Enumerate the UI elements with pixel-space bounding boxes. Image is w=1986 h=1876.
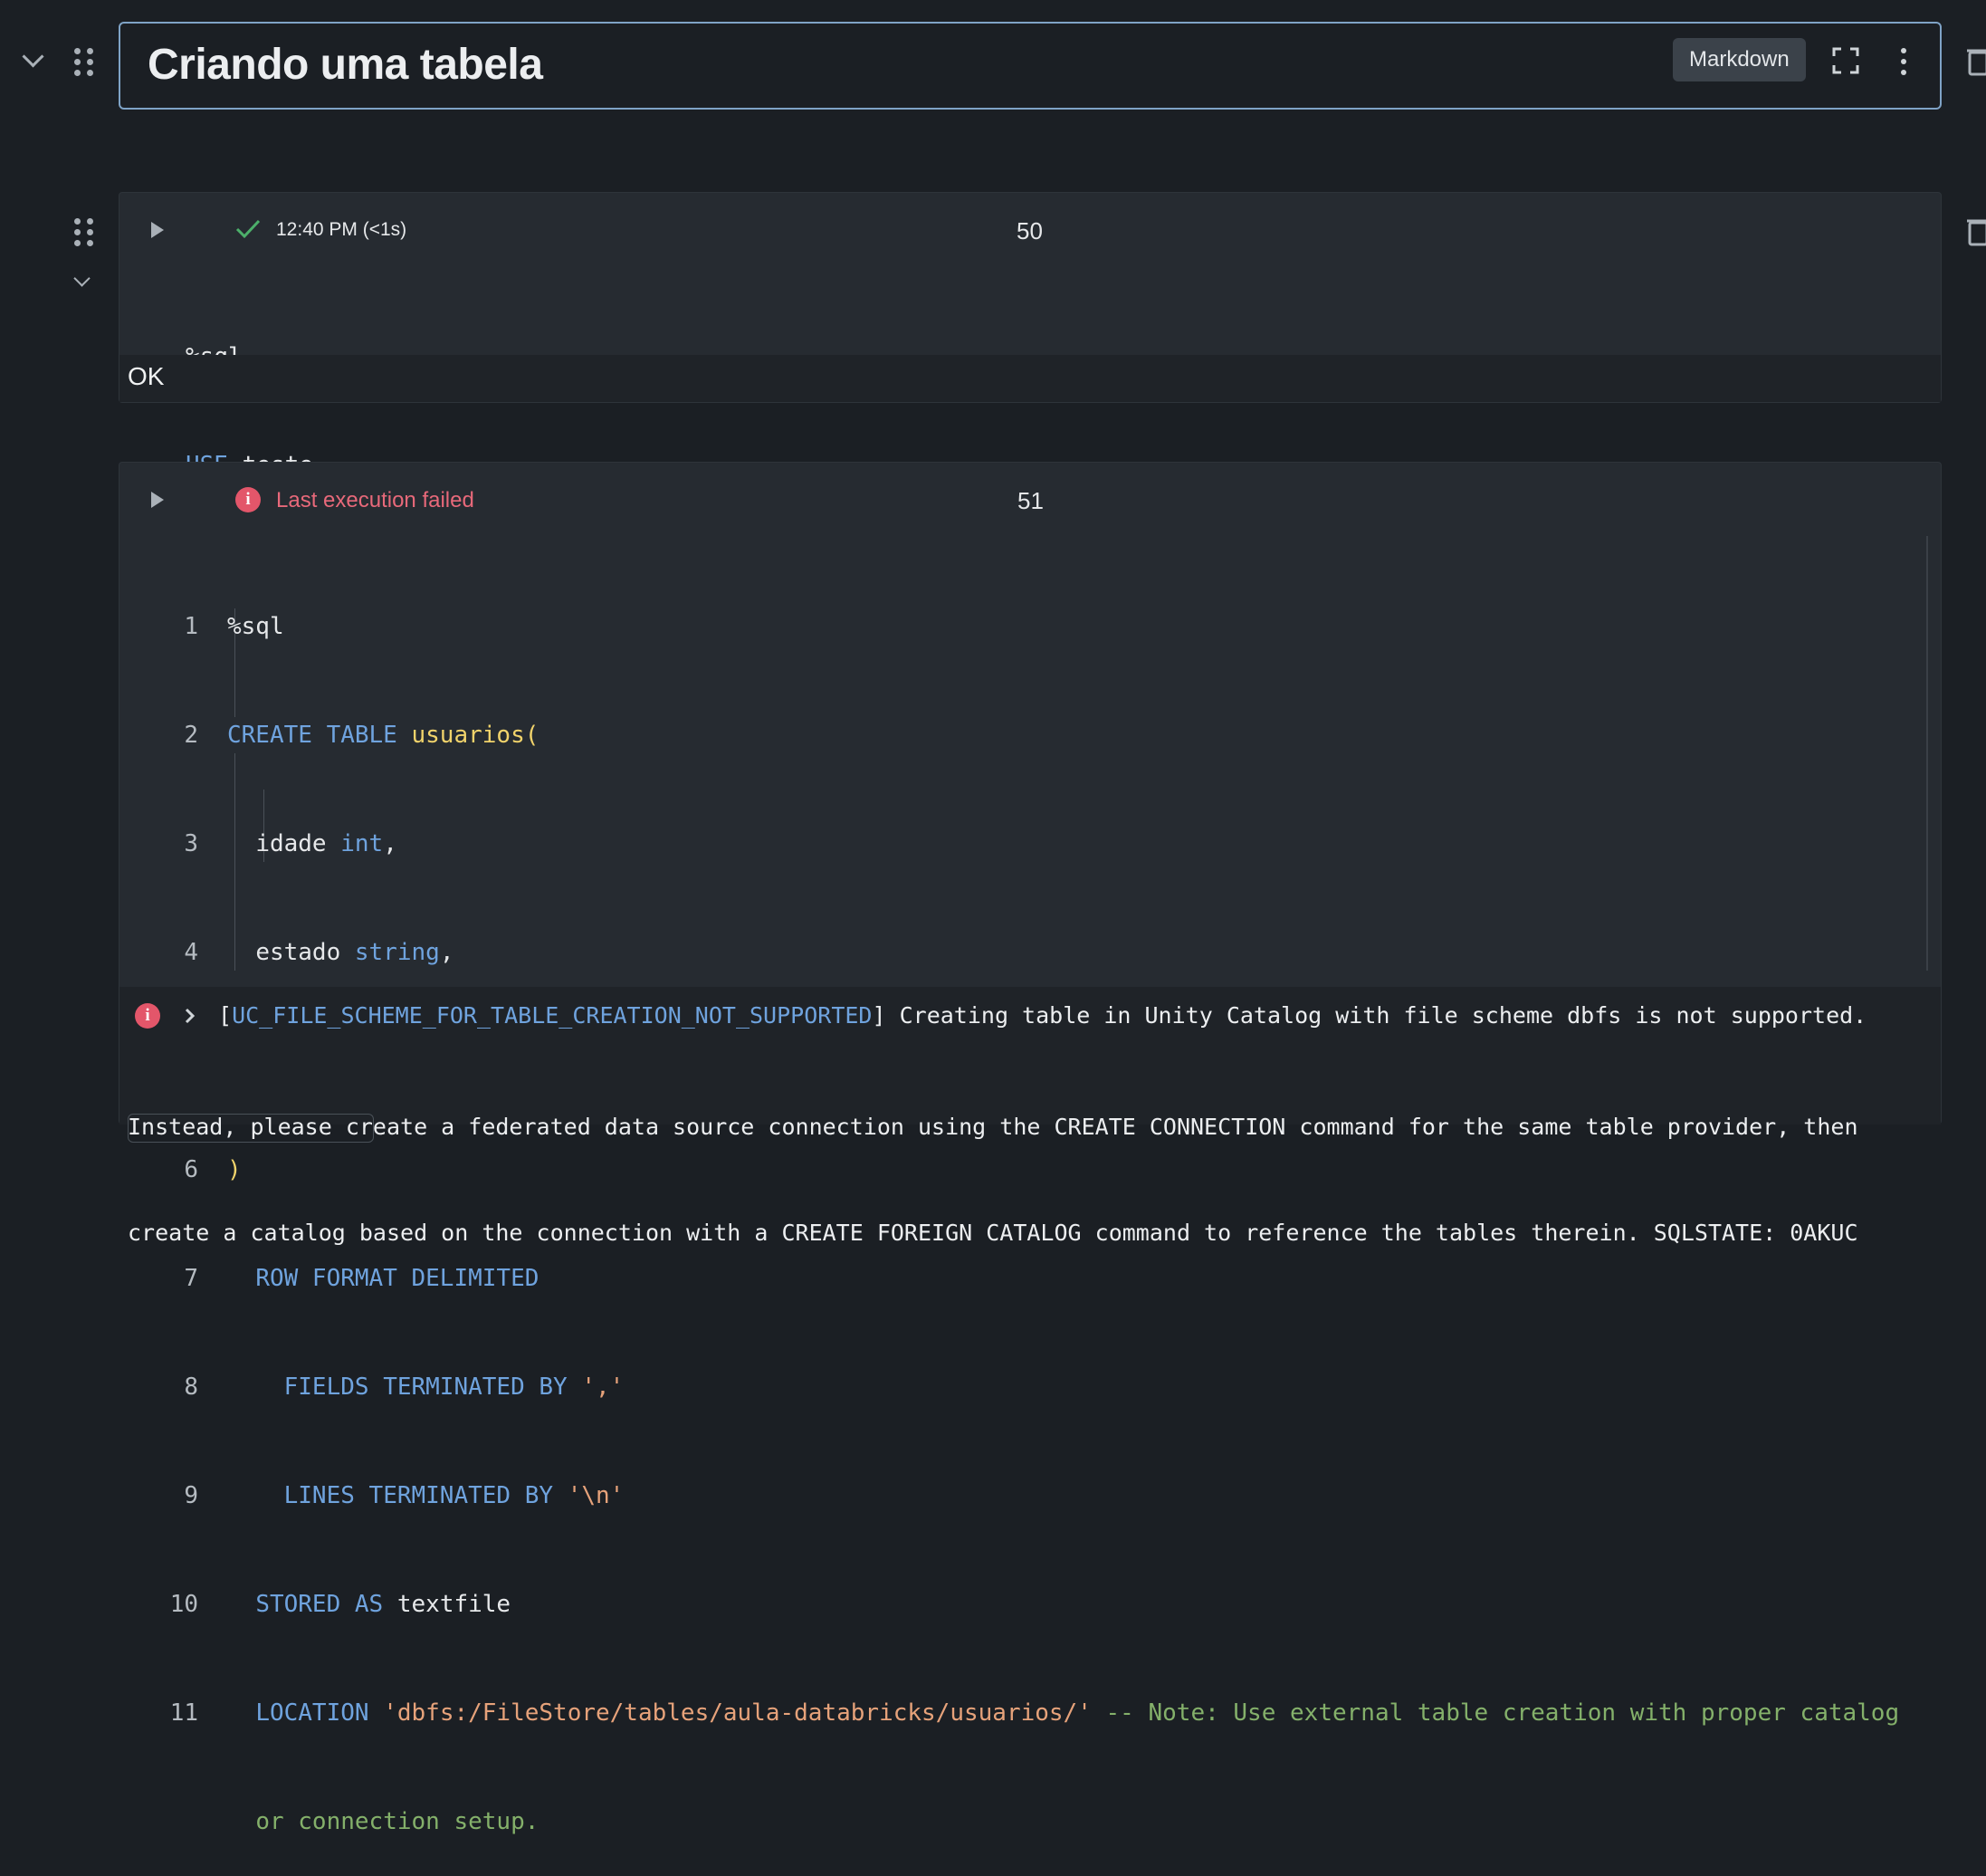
error-text: ] Creating table in Unity Catalog with f… (872, 1002, 1867, 1029)
line-number: 4 (184, 939, 198, 966)
code-token: or connection setup. (255, 1808, 539, 1835)
line-number: 10 (169, 1591, 198, 1618)
code-token: 'dbfs:/FileStore/tables/aula-databricks/… (368, 1699, 1092, 1727)
trash-icon[interactable] (1967, 215, 1986, 246)
execution-status: 12:40 PM (<1s) (276, 219, 407, 240)
code-token: textfile (383, 1591, 511, 1618)
error-code-link[interactable]: UC_FILE_SCHEME_FOR_TABLE_CREATION_NOT_SU… (232, 1002, 872, 1029)
code-token: STORED AS (255, 1591, 384, 1618)
code-token: , (439, 939, 454, 966)
code-token: idade (255, 830, 327, 857)
error-message: [UC_FILE_SCHEME_FOR_TABLE_CREATION_NOT_S… (218, 996, 1867, 1036)
line-number: 9 (184, 1482, 198, 1509)
collapse-chevron-icon[interactable] (73, 270, 91, 287)
error-text: create a catalog based on the connection… (128, 1220, 1858, 1246)
run-cell-icon[interactable] (151, 492, 164, 508)
trash-icon[interactable] (1967, 45, 1986, 76)
code-token: FIELDS TERMINATED BY (283, 1374, 568, 1401)
code-token: -- Note: Use external table creation wit… (1091, 1699, 1900, 1727)
collapse-chevron-icon[interactable] (22, 45, 44, 68)
cell-language-badge[interactable]: Markdown (1673, 38, 1806, 81)
code-token: LOCATION (255, 1699, 369, 1727)
error-text: [ (218, 1002, 233, 1029)
line-number: 11 (169, 1699, 198, 1727)
error-message: Instead, please create a federated data … (128, 1037, 1858, 1287)
run-cell-icon[interactable] (151, 222, 164, 238)
code-token: estado (255, 939, 341, 966)
code-token: , (383, 830, 397, 857)
code-token: int (326, 830, 384, 857)
cell-output (119, 355, 1941, 402)
kebab-menu-icon[interactable] (1899, 48, 1908, 75)
code-token: string (340, 939, 440, 966)
code-token: LINES TERMINATED BY (283, 1482, 554, 1509)
execution-status: Last execution failed (276, 488, 474, 512)
line-number: 2 (184, 722, 198, 749)
drag-handle-icon[interactable] (74, 48, 94, 77)
cell-number: 50 (1017, 217, 1043, 244)
error-text: Instead, please create a federated data … (128, 1114, 1858, 1140)
markdown-heading: Criando uma tabela (148, 41, 543, 89)
error-icon: i (135, 1003, 160, 1029)
cell-number: 51 (1017, 487, 1044, 514)
output-text: OK (128, 362, 165, 390)
drag-handle-icon[interactable] (74, 218, 94, 247)
code-token: CREATE TABLE (227, 722, 397, 749)
line-number: 1 (184, 613, 198, 640)
line-number: 3 (184, 830, 198, 857)
expand-error-chevron-icon[interactable] (184, 1005, 196, 1031)
code-token: '\n' (553, 1482, 625, 1509)
checkmark-icon (235, 218, 261, 244)
expand-icon[interactable] (1832, 47, 1859, 74)
code-token: %sql (227, 613, 284, 640)
editor-scrollbar[interactable] (1926, 536, 1928, 971)
line-number: 8 (184, 1374, 198, 1401)
code-token: ',' (567, 1374, 625, 1401)
code-token: usuarios( (396, 722, 539, 749)
output-action-button[interactable] (128, 1114, 374, 1143)
error-icon: i (235, 487, 261, 512)
